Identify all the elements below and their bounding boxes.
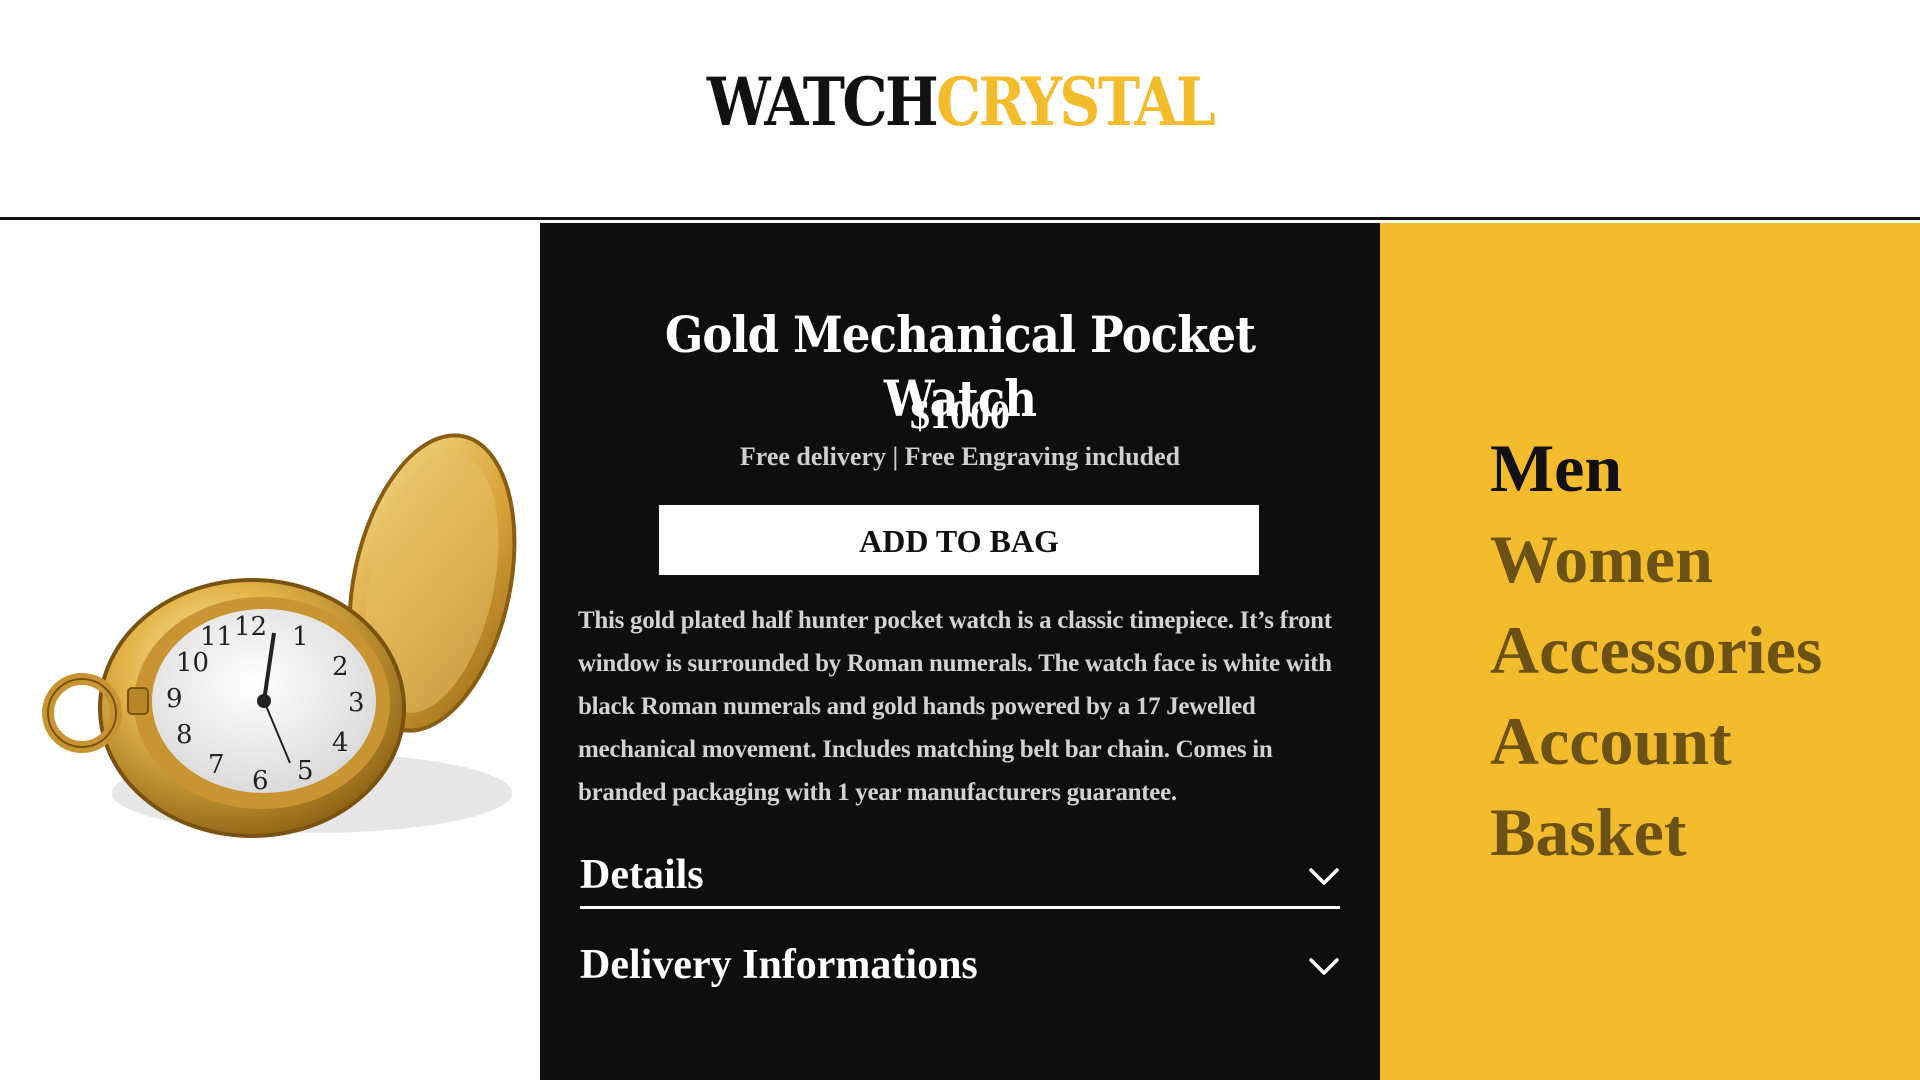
product-perks: Free delivery | Free Engraving included [739,442,1181,471]
svg-text:1: 1 [292,622,309,652]
svg-text:6: 6 [252,766,269,796]
add-to-bag-button[interactable]: ADD TO BAG [659,505,1259,575]
svg-text:9: 9 [166,684,183,714]
logo-watch-text: WATCH [706,63,939,141]
svg-text:11: 11 [200,622,233,652]
svg-text:5: 5 [297,756,314,786]
svg-text:10: 10 [176,648,209,678]
svg-text:4: 4 [332,728,349,758]
svg-text:2: 2 [332,652,349,682]
accordion-details-label: Details [580,852,704,898]
product-description: This gold plated half hunter pocket watc… [578,607,1332,806]
svg-text:12: 12 [234,612,267,642]
svg-text:8: 8 [176,720,193,750]
svg-text:7: 7 [208,750,225,780]
accordion-delivery-label: Delivery Informations [580,942,978,988]
nav-item-account[interactable]: Account [1490,696,1822,787]
chevron-down-icon[interactable] [1308,867,1340,887]
nav-item-basket[interactable]: Basket [1490,787,1822,878]
navigation-panel: Men Women Accessories Account Basket [1380,223,1920,1080]
nav-item-women[interactable]: Women [1490,514,1822,605]
accordion-details[interactable]: Details [580,843,1340,909]
svg-text:3: 3 [348,688,365,718]
accordion-delivery[interactable]: Delivery Informations [580,933,1340,999]
site-logo[interactable]: WATCHCRYSTAL [134,62,1785,142]
nav-item-men[interactable]: Men [1490,423,1822,514]
product-detail-panel: Gold Mechanical Pocket Watch $1000 Free … [540,223,1380,1080]
product-price: $1000 [910,392,1010,437]
nav-menu: Men Women Accessories Account Basket [1490,423,1822,878]
chevron-down-icon[interactable] [1308,957,1340,977]
logo-crystal-text: CRYSTAL [936,63,1216,141]
site-header: WATCHCRYSTAL [0,0,1920,220]
pocket-watch-image: 12 1 2 3 4 5 6 7 8 9 10 11 [42,433,517,838]
nav-item-accessories[interactable]: Accessories [1490,605,1822,696]
product-image-panel: 12 1 2 3 4 5 6 7 8 9 10 11 [0,223,540,1080]
